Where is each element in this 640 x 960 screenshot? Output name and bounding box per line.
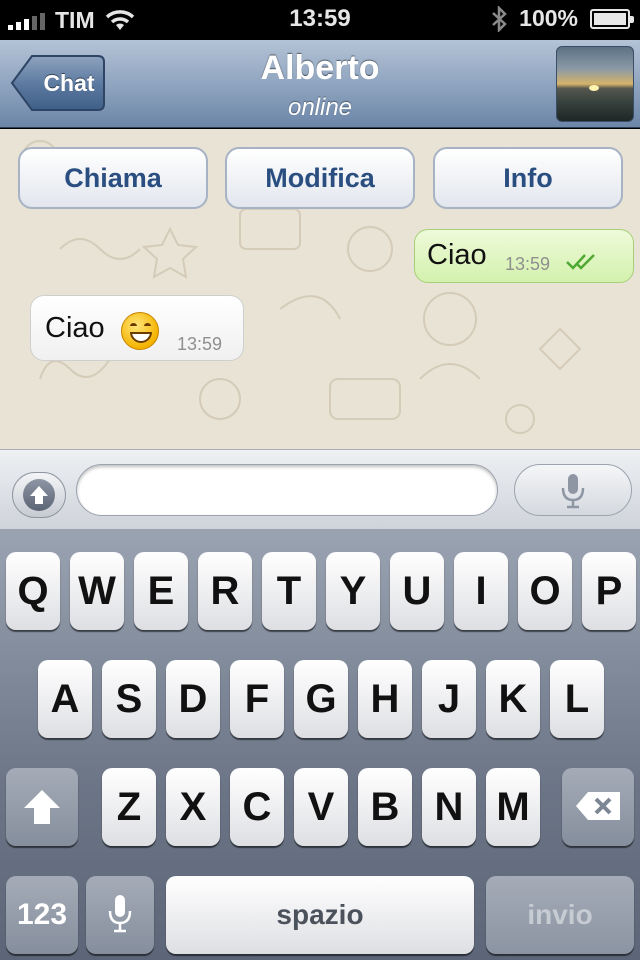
key-k[interactable]: K (486, 660, 540, 738)
message-time: 13:59 (505, 254, 551, 274)
contact-avatar[interactable] (556, 46, 634, 122)
microphone-icon (561, 474, 585, 509)
nav-bar: Chat Alberto online (0, 40, 640, 128)
key-j[interactable]: J (422, 660, 476, 738)
key-z[interactable]: Z (102, 768, 156, 846)
avatar-sun (589, 85, 599, 91)
outgoing-message[interactable]: Ciao 13:59 (414, 229, 634, 283)
key-n[interactable]: N (422, 768, 476, 846)
message-text: Ciao (427, 239, 487, 271)
key-q[interactable]: Q (6, 552, 60, 630)
numbers-key[interactable]: 123 (6, 876, 78, 954)
key-t[interactable]: T (262, 552, 316, 630)
battery-level (594, 12, 626, 25)
attach-button[interactable] (12, 472, 66, 518)
key-h[interactable]: H (358, 660, 412, 738)
chat-area[interactable]: Chiama Modifica Info Ciao 13:59 Ciao 13:… (0, 129, 640, 449)
message-input[interactable] (76, 464, 498, 516)
grinning-emoji-icon (121, 312, 159, 350)
delete-key[interactable] (562, 768, 634, 846)
battery-icon (590, 8, 634, 29)
key-y[interactable]: Y (326, 552, 380, 630)
key-r[interactable]: R (198, 552, 252, 630)
space-key[interactable]: spazio (166, 876, 474, 954)
back-button[interactable]: Chat (10, 54, 106, 112)
key-p[interactable]: P (582, 552, 636, 630)
key-v[interactable]: V (294, 768, 348, 846)
key-a[interactable]: A (38, 660, 92, 738)
status-right: 100% (491, 5, 634, 32)
key-i[interactable]: I (454, 552, 508, 630)
key-e[interactable]: E (134, 552, 188, 630)
contact-name: Alberto (260, 49, 380, 87)
upload-arrow-icon (23, 479, 55, 511)
double-check-icon (566, 254, 595, 270)
call-button[interactable]: Chiama (18, 147, 208, 209)
incoming-message[interactable]: Ciao 13:59 (30, 295, 244, 361)
key-l[interactable]: L (550, 660, 604, 738)
return-key[interactable]: invio (486, 876, 634, 954)
key-u[interactable]: U (390, 552, 444, 630)
message-text: Ciao (45, 312, 105, 344)
edit-button[interactable]: Modifica (225, 147, 415, 209)
key-o[interactable]: O (518, 552, 572, 630)
key-b[interactable]: B (358, 768, 412, 846)
battery-percent: 100% (519, 5, 578, 31)
message-time: 13:59 (177, 334, 223, 354)
microphone-icon (108, 895, 132, 933)
key-d[interactable]: D (166, 660, 220, 738)
key-c[interactable]: C (230, 768, 284, 846)
voice-note-button[interactable] (514, 464, 632, 516)
shift-icon (24, 790, 60, 824)
key-w[interactable]: W (70, 552, 124, 630)
info-button[interactable]: Info (433, 147, 623, 209)
key-f[interactable]: F (230, 660, 284, 738)
key-m[interactable]: M (486, 768, 540, 846)
bluetooth-icon (492, 5, 507, 32)
contact-status: online (287, 94, 353, 121)
keyboard: QWERTYUIOP ASDFGHJKL ZXCVBNM 123 spazio … (0, 529, 640, 960)
back-button-label: Chat (43, 70, 95, 96)
key-x[interactable]: X (166, 768, 220, 846)
key-g[interactable]: G (294, 660, 348, 738)
dictation-key[interactable] (86, 876, 154, 954)
key-s[interactable]: S (102, 660, 156, 738)
backspace-icon (576, 792, 620, 820)
composer-bar (0, 449, 640, 529)
status-bar: TIM 13:59 100% (0, 0, 640, 40)
shift-key[interactable] (6, 768, 78, 846)
